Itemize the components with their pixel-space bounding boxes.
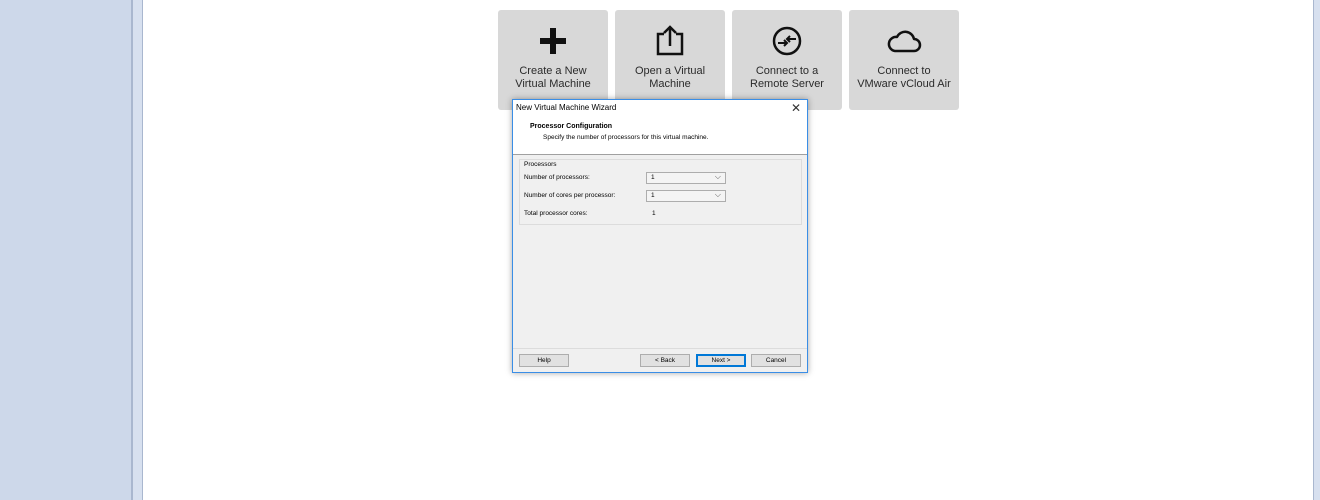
connect-remote-label: Connect to a Remote Server xyxy=(750,65,824,90)
processors-group: Processors Number of processors: 1 ⌵ Num… xyxy=(519,159,802,225)
back-button[interactable]: < Back xyxy=(640,354,690,367)
page-subheading: Specify the number of processors for thi… xyxy=(543,134,709,141)
chevron-down-icon: ⌵ xyxy=(714,172,721,181)
cloud-icon xyxy=(887,30,922,53)
open-vm-label: Open a Virtual Machine xyxy=(634,65,706,90)
connect-vcloud-label: Connect to VMware vCloud Air xyxy=(857,65,951,90)
remote-connect-icon xyxy=(772,26,802,56)
right-scrollbar-edge xyxy=(1313,0,1320,500)
footer-divider xyxy=(513,348,807,349)
total-cores-value: 1 xyxy=(652,210,656,217)
connect-remote-tile[interactable]: Connect to a Remote Server xyxy=(732,10,842,110)
create-vm-label: Create a New Virtual Machine xyxy=(515,65,591,90)
dialog-title: New Virtual Machine Wizard xyxy=(516,103,617,112)
num-processors-value: 1 xyxy=(651,174,655,181)
help-button[interactable]: Help xyxy=(519,354,569,367)
connect-vcloud-tile[interactable]: Connect to VMware vCloud Air xyxy=(849,10,959,110)
cores-per-processor-value: 1 xyxy=(651,192,655,199)
cores-per-processor-select[interactable]: 1 ⌵ xyxy=(646,190,726,202)
dialog-titlebar[interactable]: New Virtual Machine Wizard ✕ xyxy=(513,100,807,117)
page-heading: Processor Configuration xyxy=(530,123,613,130)
next-button[interactable]: Next > xyxy=(696,354,746,367)
close-icon[interactable]: ✕ xyxy=(788,100,804,116)
library-panel[interactable] xyxy=(0,0,131,500)
total-cores-label: Total processor cores: xyxy=(524,210,588,217)
open-export-icon xyxy=(656,25,684,56)
dialog-header: Processor Configuration Specify the numb… xyxy=(513,117,807,155)
cancel-button[interactable]: Cancel xyxy=(751,354,801,367)
create-vm-tile[interactable]: Create a New Virtual Machine xyxy=(498,10,608,110)
panel-splitter[interactable] xyxy=(131,0,143,500)
new-vm-wizard-dialog: New Virtual Machine Wizard ✕ Processor C… xyxy=(512,99,808,373)
open-vm-tile[interactable]: Open a Virtual Machine xyxy=(615,10,725,110)
chevron-down-icon: ⌵ xyxy=(714,190,721,199)
plus-icon xyxy=(540,28,566,54)
num-processors-label: Number of processors: xyxy=(524,174,590,181)
processors-group-title: Processors xyxy=(524,161,557,168)
cores-per-processor-label: Number of cores per processor: xyxy=(524,192,616,199)
num-processors-select[interactable]: 1 ⌵ xyxy=(646,172,726,184)
